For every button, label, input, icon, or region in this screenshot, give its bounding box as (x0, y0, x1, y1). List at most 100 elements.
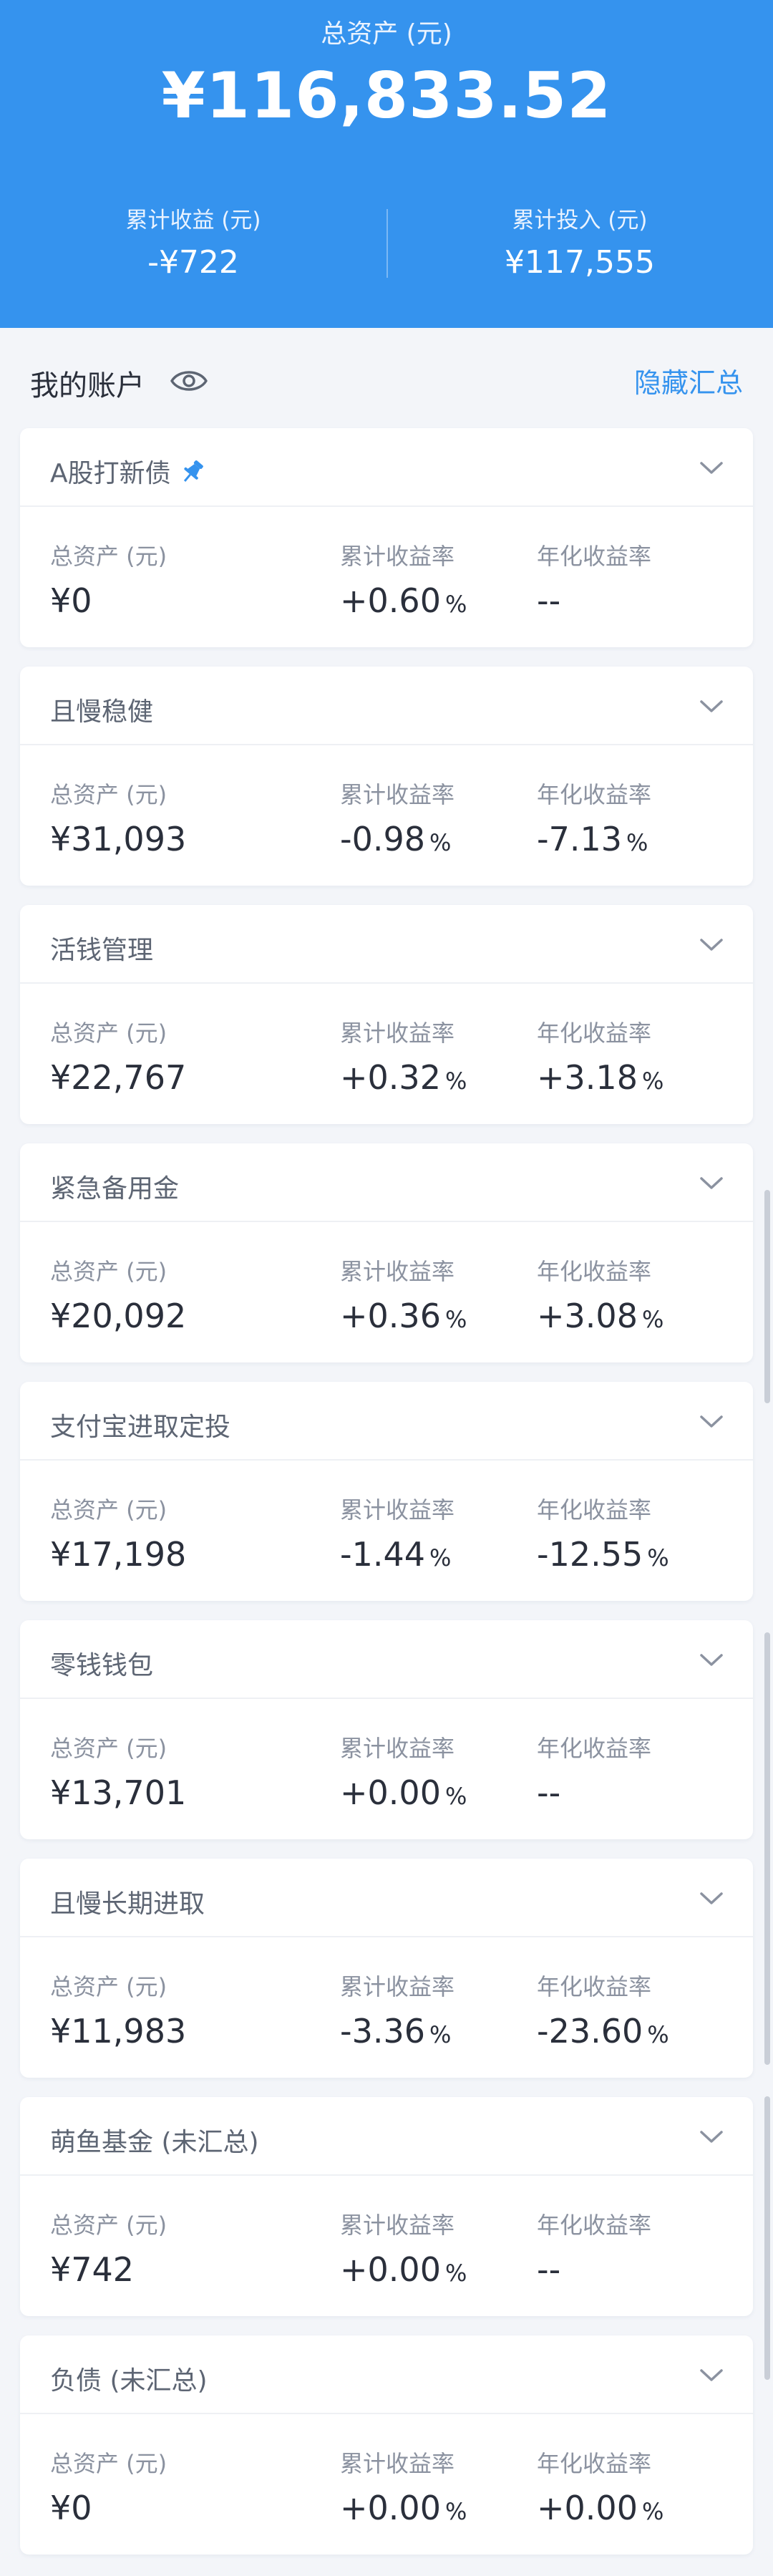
account-cumulative-rate: 累计收益率 +0.00% (340, 2207, 467, 2289)
account-annual-rate: 年化收益率 -23.60% (537, 1969, 669, 2050)
chevron-down-icon[interactable] (697, 1649, 726, 1670)
account-card[interactable]: 萌鱼基金 (未汇总) 总资产 (元) ¥742 累计收益率 +0.00% 年化收益率 -- (20, 2097, 753, 2316)
percent-sign: % (647, 2021, 669, 2048)
my-accounts-title: 我的账户 (30, 369, 145, 402)
annual-rate-label: 年化收益率 (537, 1973, 652, 2000)
cumulative-rate-label: 累计收益率 (340, 2212, 455, 2239)
account-card-header[interactable]: 紧急备用金 (20, 1143, 753, 1222)
chevron-down-icon[interactable] (697, 457, 726, 478)
chevron-down-icon[interactable] (697, 1172, 726, 1193)
cumulative-rate-number: +0.36 (340, 1297, 441, 1335)
account-card[interactable]: 紧急备用金 总资产 (元) ¥20,092 累计收益率 +0.36% 年化收益率 +3.08… (20, 1143, 753, 1362)
percent-sign: % (444, 591, 467, 618)
cumulative-rate-number: -3.36 (340, 2012, 426, 2050)
cumulative-rate-label: 累计收益率 (340, 1735, 455, 1762)
assets-value: ¥742 (50, 2250, 135, 2289)
account-name: 且慢稳健 (50, 697, 154, 727)
percent-sign: % (444, 1067, 467, 1095)
chevron-down-icon[interactable] (697, 1887, 726, 1909)
account-title-wrap: 零钱钱包 (50, 1645, 153, 1682)
account-annual-rate: 年化收益率 -- (537, 1730, 651, 1812)
cumulative-rate-number: -1.44 (340, 1535, 426, 1574)
account-name: A股打新债 (50, 459, 171, 488)
account-card-header[interactable]: A股打新债 (20, 428, 753, 507)
account-name: 零钱钱包 (50, 1651, 154, 1680)
account-name: 且慢长期进取 (50, 1889, 205, 1919)
assets-label: 总资产 (元) (50, 1973, 167, 2000)
account-card-header[interactable]: 活钱管理 (20, 905, 753, 984)
account-card-header[interactable]: 支付宝进取定投 (20, 1382, 753, 1461)
scrollbar-thumb-3[interactable] (764, 2096, 770, 2380)
account-cumulative-rate: 累计收益率 +0.36% (340, 1254, 467, 1335)
account-card-header[interactable]: 且慢稳健 (20, 667, 753, 745)
percent-sign: % (429, 2021, 452, 2048)
assets-label: 总资产 (元) (50, 1258, 167, 1285)
percent-sign: % (429, 1544, 452, 1572)
annual-rate-value: -- (537, 2250, 651, 2289)
summary-header: 总资产 (元) ¥116,833.52 累计收益 (元) -¥722 累计投入 … (0, 0, 773, 328)
scrollbar-thumb-1[interactable] (764, 1190, 770, 1403)
chevron-down-icon[interactable] (697, 934, 726, 955)
cumulative-rate-label: 累计收益率 (340, 781, 455, 808)
cumulative-investment: 累计投入 (元) ¥117,555 (386, 202, 773, 281)
account-card[interactable]: 且慢长期进取 总资产 (元) ¥11,983 累计收益率 -3.36% 年化收益率 -23.… (20, 1859, 753, 2078)
cumulative-rate-value: +0.60% (340, 581, 467, 620)
cumulative-rate-label: 累计收益率 (340, 1020, 455, 1047)
cumulative-rate-label: 累计收益率 (340, 543, 455, 570)
assets-value: ¥31,093 (50, 820, 187, 858)
account-card-header[interactable]: 零钱钱包 (20, 1620, 753, 1699)
scrollbar-thumb-2[interactable] (764, 1632, 770, 2065)
percent-sign: % (444, 1306, 467, 1333)
account-card[interactable]: 且慢稳健 总资产 (元) ¥31,093 累计收益率 -0.98% 年化收益率 -7.13% (20, 667, 753, 886)
cumulative-rate-value: -1.44% (340, 1535, 454, 1574)
account-cumulative-rate: 累计收益率 -1.44% (340, 1492, 454, 1574)
eye-icon[interactable] (169, 365, 209, 397)
account-card-header[interactable]: 负债 (未汇总) (20, 2335, 753, 2414)
account-card[interactable]: 支付宝进取定投 总资产 (元) ¥17,198 累计收益率 -1.44% 年化收益率 -12… (20, 1382, 753, 1601)
percent-sign: % (641, 1067, 664, 1095)
annual-rate-number: -- (537, 1773, 561, 1812)
percent-sign: % (641, 1306, 664, 1333)
account-name: 活钱管理 (50, 936, 154, 965)
account-annual-rate: 年化收益率 +3.08% (537, 1254, 663, 1335)
cumulative-rate-value: -3.36% (340, 2012, 454, 2050)
cumulative-rate-label: 累计收益率 (340, 2450, 455, 2477)
account-card-header[interactable]: 萌鱼基金 (未汇总) (20, 2097, 753, 2176)
cumulative-rate-label: 累计收益率 (340, 1973, 455, 2000)
account-assets: 总资产 (元) ¥742 (50, 2207, 167, 2289)
assets-label: 总资产 (元) (50, 1496, 167, 1524)
annual-rate-number: -- (537, 581, 561, 620)
account-title-wrap: 活钱管理 (50, 929, 153, 967)
account-card[interactable]: A股打新债 总资产 (元) ¥0 累计收益率 +0.60% 年化收益率 -- (20, 428, 753, 647)
account-cumulative-rate: 累计收益率 +0.00% (340, 2446, 467, 2527)
annual-rate-number: -23.60 (537, 2012, 643, 2050)
cumulative-rate-number: -0.98 (340, 820, 426, 858)
assets-value: ¥13,701 (50, 1773, 187, 1812)
chevron-down-icon[interactable] (697, 1410, 726, 1432)
assets-value: ¥0 (50, 581, 92, 620)
account-assets: 总资产 (元) ¥0 (50, 2446, 167, 2527)
assets-label: 总资产 (元) (50, 781, 167, 808)
chevron-down-icon[interactable] (697, 2364, 726, 2386)
account-title-wrap: 且慢长期进取 (50, 1883, 205, 1920)
annual-rate-number: -7.13 (537, 820, 623, 858)
hide-summary-button[interactable]: 隐藏汇总 (634, 361, 743, 400)
cumulative-rate-value: +0.32% (340, 1058, 467, 1097)
account-annual-rate: 年化收益率 -12.55% (537, 1492, 669, 1574)
account-name: 负债 (未汇总) (50, 2366, 208, 2396)
chevron-down-icon[interactable] (697, 2126, 726, 2147)
annual-rate-value: -- (537, 581, 651, 620)
pin-icon (183, 460, 203, 482)
chevron-down-icon[interactable] (697, 695, 726, 717)
cumulative-rate-label: 累计收益率 (340, 1258, 455, 1285)
annual-rate-number: +0.00 (537, 2489, 638, 2527)
assets-label: 总资产 (元) (50, 1020, 167, 1047)
account-card[interactable]: 零钱钱包 总资产 (元) ¥13,701 累计收益率 +0.00% 年化收益率 -- (20, 1620, 753, 1839)
annual-rate-label: 年化收益率 (537, 2212, 652, 2239)
account-annual-rate: 年化收益率 +0.00% (537, 2446, 663, 2527)
account-card[interactable]: 活钱管理 总资产 (元) ¥22,767 累计收益率 +0.32% 年化收益率 +3.18% (20, 905, 753, 1124)
account-card-header[interactable]: 且慢长期进取 (20, 1859, 753, 1937)
account-card[interactable]: 负债 (未汇总) 总资产 (元) ¥0 累计收益率 +0.00% 年化收益率 +0.00% (20, 2335, 753, 2555)
account-title-wrap: 且慢稳健 (50, 691, 153, 728)
account-title-wrap: A股打新债 (50, 452, 207, 490)
